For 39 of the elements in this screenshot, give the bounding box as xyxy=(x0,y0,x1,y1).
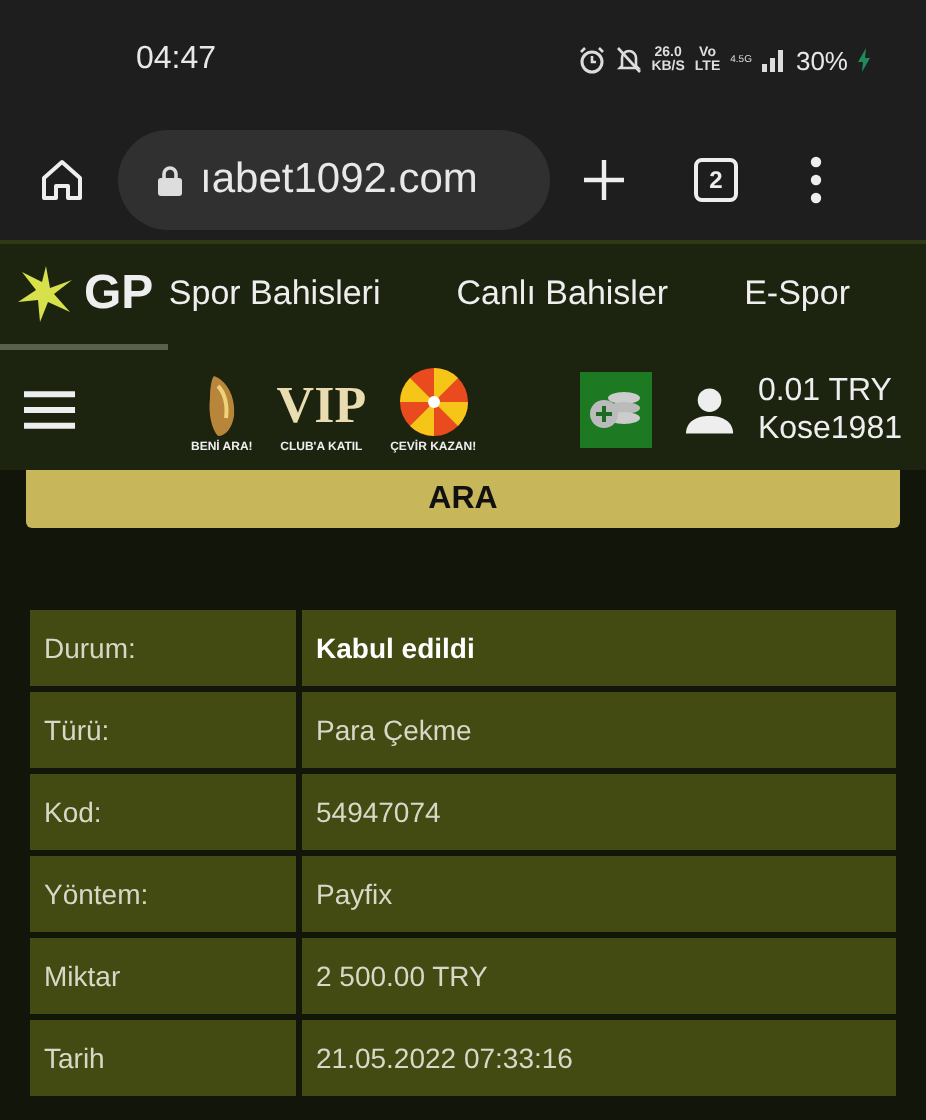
url-text: ıabet1092.com xyxy=(200,156,478,204)
user-icon[interactable] xyxy=(686,386,734,434)
signal-icon xyxy=(761,48,786,72)
detail-value: Payfix xyxy=(302,856,896,932)
nav-tab[interactable]: E-Spor xyxy=(744,244,850,350)
logo-text: GP xyxy=(84,264,154,324)
vip-logo[interactable]: VIP xyxy=(276,374,367,438)
nav-tab[interactable]: Canlı Bahisler xyxy=(456,244,669,350)
search-button[interactable]: ARA xyxy=(26,470,900,528)
battery-level: 30% xyxy=(795,45,848,75)
coins-icon xyxy=(588,388,645,432)
detail-label: Miktar xyxy=(30,938,296,1014)
nav-tab[interactable]: Spor Bahisleri xyxy=(168,244,381,350)
status-time: 04:47 xyxy=(136,42,217,78)
balance-text: 0.01 TRY xyxy=(757,372,894,410)
star-icon xyxy=(16,264,76,324)
detail-value: 21.05.2022 07:33:16 xyxy=(302,1020,896,1096)
detail-value: 54947074 xyxy=(302,774,896,850)
tab-count-button[interactable]: 2 xyxy=(694,158,738,202)
detail-value: 2 500.00 TRY xyxy=(302,938,896,1014)
home-icon[interactable] xyxy=(38,156,86,204)
detail-label: Durum: xyxy=(30,610,296,686)
username-text: Kose1981 xyxy=(757,410,902,448)
lock-icon xyxy=(158,165,182,195)
detail-value: Para Çekme xyxy=(302,692,896,768)
bell-muted-icon xyxy=(615,46,642,74)
detail-label: Türü: xyxy=(30,692,296,768)
detail-label: Yöntem: xyxy=(30,856,296,932)
wheel-icon[interactable] xyxy=(397,366,470,438)
menu-icon[interactable] xyxy=(24,390,76,430)
address-bar[interactable]: ıabet1092.com xyxy=(118,130,550,230)
detail-label: Kod: xyxy=(30,774,296,850)
alarm-icon xyxy=(577,46,606,74)
plus-icon[interactable] xyxy=(582,158,626,202)
more-icon[interactable] xyxy=(810,156,822,204)
detail-label: Tarih xyxy=(30,1020,296,1096)
charging-icon xyxy=(858,48,870,72)
detail-value: Kabul edildi xyxy=(302,610,896,686)
deposit-button[interactable] xyxy=(580,372,653,448)
